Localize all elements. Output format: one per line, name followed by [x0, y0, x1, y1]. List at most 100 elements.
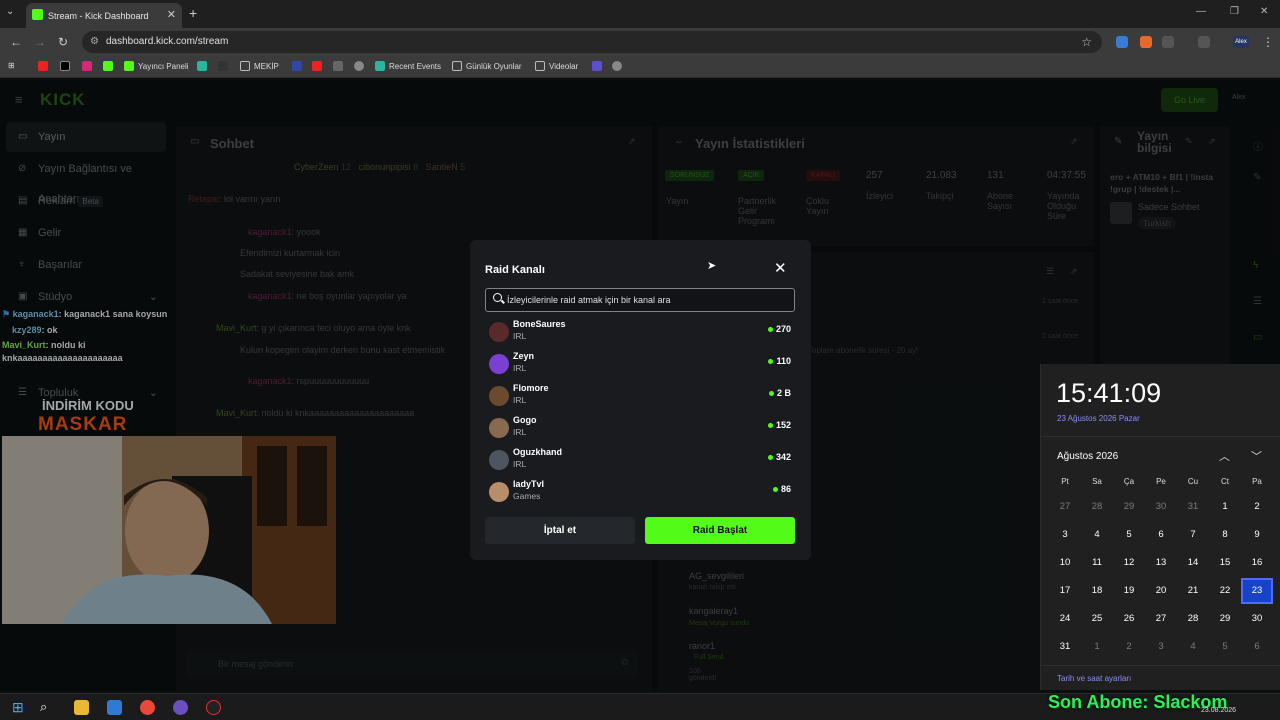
calendar-day[interactable]: 1 [1081, 634, 1113, 660]
calendar-day[interactable]: 24 [1049, 606, 1081, 632]
search-icon[interactable]: ⌕ [40, 699, 47, 715]
bookmark-youtube[interactable] [312, 61, 322, 71]
minimize-icon[interactable]: — [1196, 6, 1206, 17]
calendar-day[interactable]: 22 [1209, 578, 1241, 604]
calendar-day[interactable]: 27 [1049, 494, 1081, 520]
calendar-day[interactable]: 13 [1145, 550, 1177, 576]
store-icon[interactable] [107, 700, 122, 715]
calendar-day[interactable]: 11 [1081, 550, 1113, 576]
calendar-day[interactable]: 14 [1177, 550, 1209, 576]
reload-icon[interactable]: ↻ [58, 35, 68, 49]
extension-icon[interactable] [1116, 36, 1128, 48]
calendar-day[interactable]: 1 [1209, 494, 1241, 520]
profile-avatar[interactable]: Alex [1233, 36, 1249, 48]
cancel-button[interactable]: İptal et [485, 517, 635, 544]
side-panel-icon[interactable] [1198, 36, 1210, 48]
bookmark-instagram[interactable] [82, 61, 92, 71]
bookmark-app[interactable] [354, 61, 364, 71]
raid-channel-item[interactable]: Oguzkhand IRL 342 [485, 446, 797, 476]
calendar-day[interactable]: 18 [1081, 578, 1113, 604]
calendar-day[interactable]: 28 [1177, 606, 1209, 632]
calendar-day[interactable]: 29 [1113, 494, 1145, 520]
calendar-day[interactable]: 5 [1113, 522, 1145, 548]
bookmark-x[interactable] [60, 61, 70, 71]
obs-icon[interactable] [206, 700, 221, 715]
calendar-day[interactable]: 5 [1209, 634, 1241, 660]
bookmark-app[interactable] [612, 61, 622, 71]
calendar-day[interactable]: 12 [1113, 550, 1145, 576]
bookmark-gunluk-oyunlar[interactable]: Günlük Oyunlar [452, 61, 522, 71]
chrome-icon[interactable] [140, 700, 155, 715]
back-icon[interactable]: ← [10, 35, 22, 49]
calendar-day[interactable]: 17 [1049, 578, 1081, 604]
calendar-month[interactable]: Ağustos 2026 [1057, 451, 1118, 462]
calendar-day[interactable]: 9 [1241, 522, 1273, 548]
bookmark-recent-events[interactable]: Recent Events [375, 61, 441, 71]
raid-channel-item[interactable]: Gogo IRL 152 [485, 414, 797, 444]
calendar-day[interactable]: 27 [1145, 606, 1177, 632]
calendar-day[interactable]: 3 [1049, 522, 1081, 548]
clock-date[interactable]: 23 Ağustos 2026 Pazar [1057, 414, 1140, 423]
maximize-icon[interactable]: ❐ [1230, 6, 1239, 17]
taskbar-date[interactable]: 23.08.2026 [1201, 707, 1236, 714]
calendar-day[interactable]: 10 [1049, 550, 1081, 576]
raid-channel-item[interactable]: Zeyn IRL 110 [485, 350, 797, 380]
calendar-day[interactable]: 28 [1081, 494, 1113, 520]
browser-menu-icon[interactable]: ⋮ [1262, 35, 1274, 49]
calendar-day[interactable]: 2 [1113, 634, 1145, 660]
tab-close-icon[interactable]: ✕ [167, 8, 176, 21]
forward-icon[interactable]: → [34, 35, 46, 49]
bookmark-app[interactable] [592, 61, 602, 71]
tab-search-icon[interactable]: ⌄ [6, 6, 14, 17]
calendar-day[interactable]: 4 [1081, 522, 1113, 548]
calendar-day[interactable]: 26 [1113, 606, 1145, 632]
extensions-puzzle-icon[interactable] [1162, 36, 1174, 48]
bookmark-app[interactable] [218, 61, 228, 71]
calendar-day[interactable]: 21 [1177, 578, 1209, 604]
calendar-day[interactable]: 30 [1241, 606, 1273, 632]
calendar-day[interactable]: 6 [1241, 634, 1273, 660]
date-time-settings-link[interactable]: Tarih ve saat ayarları [1057, 674, 1131, 683]
calendar-day[interactable]: 19 [1113, 578, 1145, 604]
raid-search-field[interactable] [485, 288, 795, 312]
bookmark-kick[interactable] [103, 61, 113, 71]
bookmark-youtube[interactable] [38, 61, 48, 71]
site-info-icon[interactable]: ⚙ [90, 31, 99, 53]
calendar-day[interactable]: 4 [1177, 634, 1209, 660]
calendar-day[interactable]: 31 [1177, 494, 1209, 520]
close-icon[interactable]: ✕ [774, 259, 787, 277]
raid-channel-item[interactable]: ladyTvl Games 86 [485, 478, 797, 508]
bookmark-app[interactable] [333, 61, 343, 71]
raid-search-input[interactable] [507, 292, 787, 308]
calendar-day[interactable]: 8 [1209, 522, 1241, 548]
start-raid-button[interactable]: Raid Başlat [645, 517, 795, 544]
calendar-day[interactable]: 6 [1145, 522, 1177, 548]
calendar-day[interactable]: 30 [1145, 494, 1177, 520]
calendar-day[interactable]: 7 [1177, 522, 1209, 548]
bookmark-mekip[interactable]: MEKİP [240, 61, 279, 71]
calendar-day[interactable]: 29 [1209, 606, 1241, 632]
chevron-down-icon[interactable]: ﹀ [1251, 448, 1262, 464]
bookmark-videolar[interactable]: Videolar [535, 61, 578, 71]
browser-tab[interactable]: Stream - Kick Dashboard ✕ [26, 3, 182, 28]
apps-grid-icon[interactable]: ⊞ [8, 61, 15, 70]
file-explorer-icon[interactable] [74, 700, 89, 715]
bookmark-star-icon[interactable]: ☆ [1081, 31, 1092, 53]
calendar-day[interactable]: 31 [1049, 634, 1081, 660]
calendar-day[interactable]: 20 [1145, 578, 1177, 604]
raid-channel-item[interactable]: BoneSaures IRL 270 [485, 318, 797, 348]
discord-icon[interactable] [173, 700, 188, 715]
window-close-icon[interactable]: ✕ [1260, 6, 1268, 17]
chevron-up-icon[interactable]: ︿ [1219, 448, 1230, 464]
calendar-day[interactable]: 3 [1145, 634, 1177, 660]
bookmark-yayinci-paneli[interactable]: Yayıncı Paneli [124, 61, 189, 71]
calendar-day[interactable]: 23 [1241, 578, 1273, 604]
bookmark-app[interactable] [197, 61, 207, 71]
raid-channel-item[interactable]: Flomore IRL 2 B [485, 382, 797, 412]
calendar-day[interactable]: 25 [1081, 606, 1113, 632]
calendar-day[interactable]: 16 [1241, 550, 1273, 576]
calendar-day[interactable]: 15 [1209, 550, 1241, 576]
extension-icon[interactable] [1140, 36, 1152, 48]
bookmark-app[interactable] [292, 61, 302, 71]
windows-start-icon[interactable]: ⊞ [12, 699, 24, 716]
